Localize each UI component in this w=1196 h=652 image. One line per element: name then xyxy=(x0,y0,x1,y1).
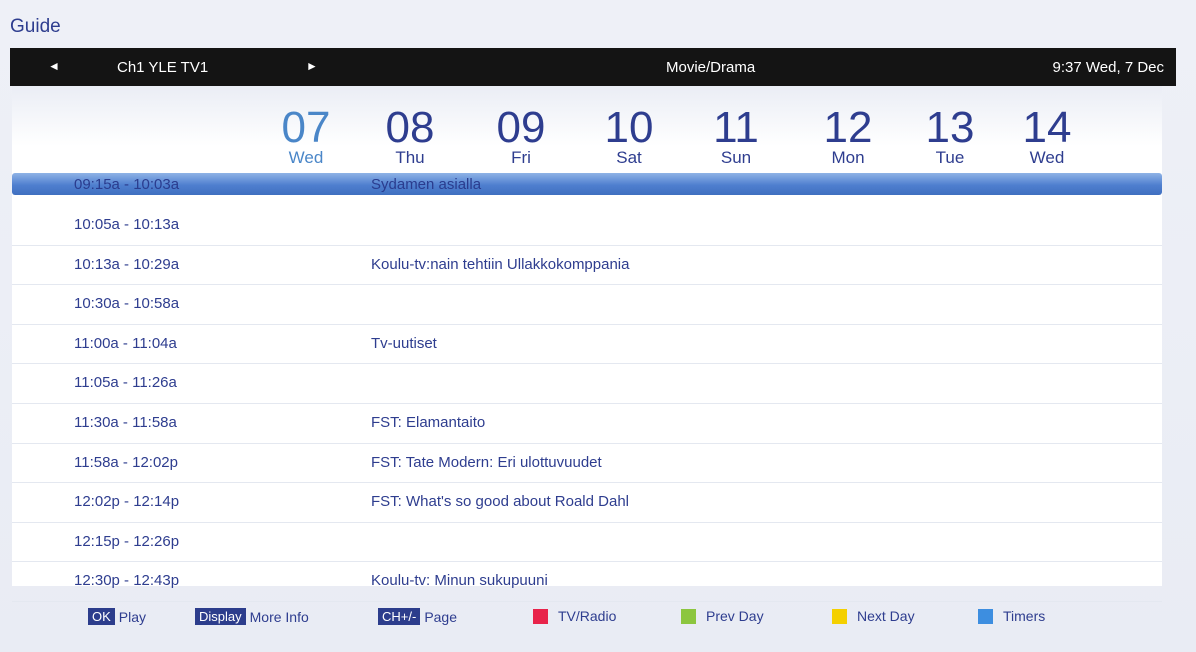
row-program: Sydamen asialla xyxy=(371,176,482,193)
ok-label: Play xyxy=(118,608,147,625)
legend-channel-page: CH+/- Page xyxy=(378,608,457,625)
row-program: Tv-uutiset xyxy=(371,334,437,352)
day-number: 08 xyxy=(385,103,435,152)
current-datetime: 9:37 Wed, 7 Dec xyxy=(1052,59,1164,76)
row-program: FST: What's so good about Roald Dahl xyxy=(371,493,630,511)
ch-key: CH+/- xyxy=(378,608,421,625)
program-genre: Movie/Drama xyxy=(666,59,756,76)
day-number: 13 xyxy=(925,103,975,152)
schedule-row[interactable]: 12:30p - 12:43p Koulu-tv: Minun sukupuuni xyxy=(12,562,1162,602)
schedule-row[interactable]: 10:05a - 10:13a xyxy=(12,206,1162,246)
day-6[interactable]: 13 Tue xyxy=(910,103,990,168)
next-channel-arrow-icon[interactable]: ► xyxy=(306,59,318,73)
schedule-row[interactable]: 11:00a - 11:04a Tv-uutiset xyxy=(12,325,1162,365)
schedule-row[interactable]: 11:05a - 11:26a xyxy=(12,364,1162,404)
day-number: 10 xyxy=(604,103,654,152)
schedule-row-selected[interactable]: 09:15a - 10:03a Sydamen asialla xyxy=(12,173,1162,195)
ok-key: OK xyxy=(88,608,115,625)
schedule-list: 09:15a - 10:03a Sydamen asialla 10:05a - 1… xyxy=(12,173,1162,602)
row-time: 12:15p - 12:26p xyxy=(74,532,180,550)
row-time: 11:30a - 11:58a xyxy=(74,413,177,431)
day-weekday: Sat xyxy=(616,148,642,167)
row-time: 10:05a - 10:13a xyxy=(74,216,180,233)
day-weekday: Sun xyxy=(720,148,752,167)
blue-label: Timers xyxy=(1003,608,1046,624)
row-program: Koulu-tv: Minun sukupuuni xyxy=(371,572,548,590)
channel-name: Ch1 YLE TV1 xyxy=(117,59,209,76)
schedule-row[interactable]: 11:30a - 11:58a FST: Elamantaito xyxy=(12,404,1162,444)
schedule-row[interactable]: 12:15p - 12:26p xyxy=(12,523,1162,563)
day-weekday: Mon xyxy=(831,148,865,167)
yellow-label: Next Day xyxy=(857,608,915,624)
row-time: 12:30p - 12:43p xyxy=(74,572,180,590)
row-time: 11:05a - 11:26a xyxy=(74,374,177,392)
day-weekday: Tue xyxy=(935,148,965,167)
day-weekday: Wed xyxy=(1029,148,1065,167)
schedule-row[interactable]: 12:02p - 12:14p FST: What's so good about… xyxy=(12,483,1162,523)
schedule-row[interactable]: 10:13a - 10:29a Koulu-tv:nain tehtiin Ull… xyxy=(12,246,1162,286)
display-label: More Info xyxy=(249,608,309,625)
day-weekday: Fri xyxy=(511,148,531,167)
day-3[interactable]: 10 Sat xyxy=(589,103,669,168)
day-number: 11 xyxy=(713,103,759,152)
day-1[interactable]: 08 Thu xyxy=(370,103,450,168)
legend-display: Display More Info xyxy=(195,608,309,625)
day-number: 14 xyxy=(1022,103,1072,152)
day-0[interactable]: 07 Wed xyxy=(266,103,346,168)
legend-red: TV/Radio xyxy=(533,608,616,624)
row-program: FST: Tate Modern: Eri ulottuvuudet xyxy=(371,453,602,471)
button-legend: OK Play Display More Info CH+/- Page TV/… xyxy=(0,606,1196,646)
day-5[interactable]: 12 Mon xyxy=(808,103,888,168)
legend-green: Prev Day xyxy=(681,608,764,624)
ch-label: Page xyxy=(424,608,458,625)
day-weekday: Thu xyxy=(395,148,425,167)
prev-channel-arrow-icon[interactable]: ◄ xyxy=(48,59,60,73)
row-time: 10:30a - 10:58a xyxy=(74,295,180,313)
row-program: Koulu-tv:nain tehtiin Ullakkokomppania xyxy=(371,255,630,273)
schedule-row[interactable]: 11:58a - 12:02p FST: Tate Modern: Eri ulo… xyxy=(12,444,1162,484)
row-time: 11:58a - 12:02p xyxy=(74,453,178,471)
blue-button-icon xyxy=(978,608,993,624)
schedule-row[interactable]: 10:30a - 10:58a xyxy=(12,285,1162,325)
legend-blue: Timers xyxy=(978,608,1045,624)
page-title: Guide xyxy=(10,16,61,37)
yellow-button-icon xyxy=(832,608,847,624)
day-2[interactable]: 09 Fri xyxy=(481,103,561,168)
day-number: 12 xyxy=(823,103,873,152)
day-weekday: Wed xyxy=(288,148,324,167)
row-program: FST: Elamantaito xyxy=(371,413,486,431)
row-time: 09:15a - 10:03a xyxy=(74,176,180,193)
row-time: 10:13a - 10:29a xyxy=(74,255,180,273)
day-number: 07 xyxy=(281,103,331,152)
green-button-icon xyxy=(681,608,696,624)
red-label: TV/Radio xyxy=(558,608,617,624)
display-key: Display xyxy=(195,608,246,625)
day-number: 09 xyxy=(496,103,546,152)
day-7[interactable]: 14 Wed xyxy=(1007,103,1087,168)
channel-bar: ◄ Ch1 YLE TV1 ► Movie/Drama 9:37 Wed, 7 … xyxy=(10,48,1176,86)
green-label: Prev Day xyxy=(706,608,764,624)
red-button-icon xyxy=(533,608,548,624)
row-time: 12:02p - 12:14p xyxy=(74,493,180,511)
legend-ok: OK Play xyxy=(88,608,146,625)
row-time: 11:00a - 11:04a xyxy=(74,334,177,352)
legend-yellow: Next Day xyxy=(832,608,915,624)
day-4[interactable]: 11 Sun xyxy=(696,103,776,168)
